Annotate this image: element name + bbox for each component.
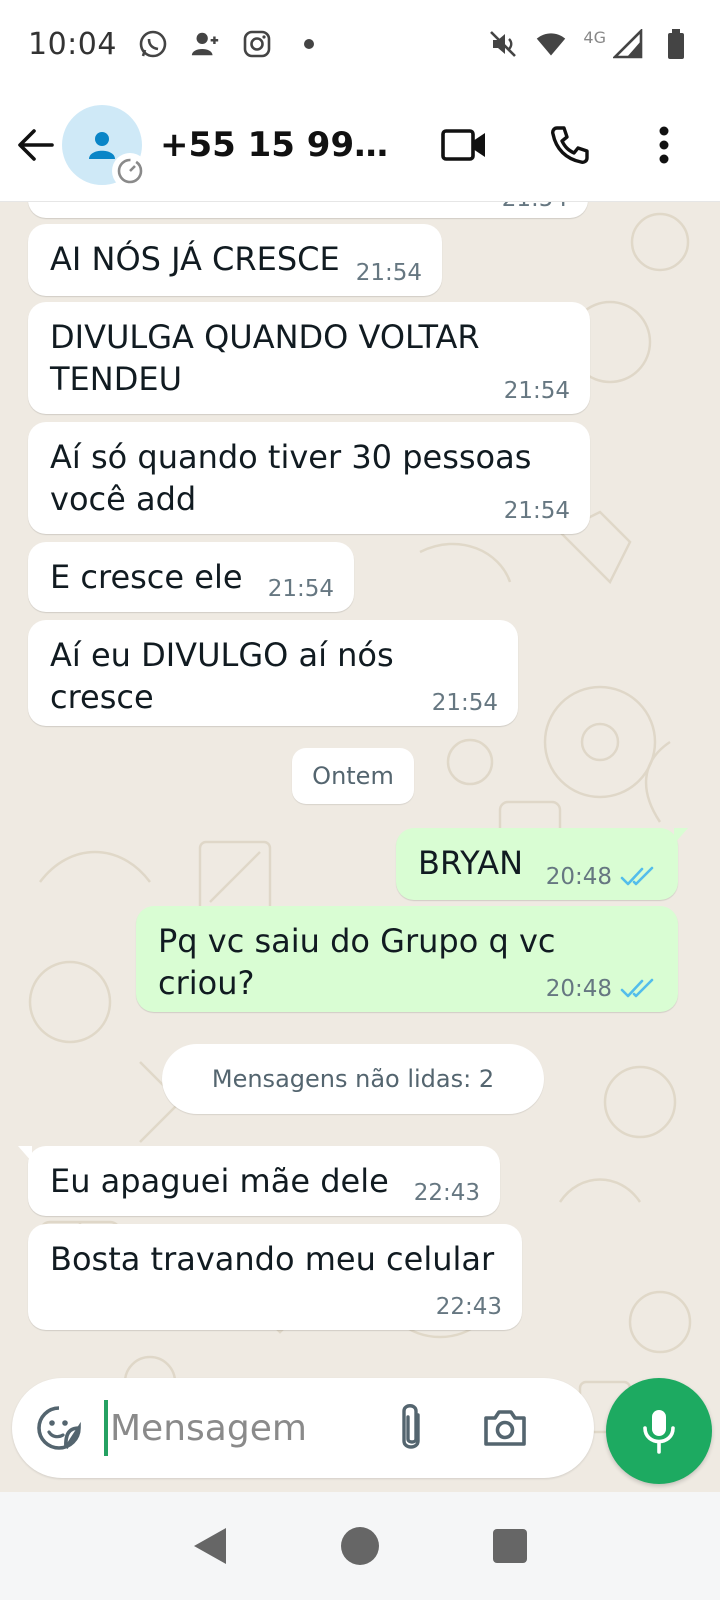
chat-area[interactable]: 21:54 AI NÓS JÁ CRESCE 21:54 DIVULGA QUA… xyxy=(0,202,720,1492)
message-composer xyxy=(12,1378,594,1478)
message-time: 21:54 xyxy=(502,202,568,212)
nav-recents-icon[interactable] xyxy=(480,1516,540,1576)
message-bubble-incoming[interactable]: Bosta travando meu celular 22:43 xyxy=(28,1224,522,1330)
avatar[interactable] xyxy=(62,104,148,189)
message-text: DIVULGA QUANDO VOLTAR TENDEU xyxy=(50,318,480,398)
message-time: 21:54 xyxy=(431,690,498,716)
read-ticks-icon xyxy=(620,978,654,998)
battery-icon xyxy=(660,28,692,60)
message-time: 21:54 xyxy=(355,260,422,286)
status-time: 10:04 xyxy=(28,26,117,62)
attach-icon[interactable] xyxy=(388,1400,434,1456)
status-clock-icon xyxy=(112,152,148,189)
status-left-icons xyxy=(137,28,325,60)
message-time: 22:43 xyxy=(435,1294,502,1320)
network-label: 4G xyxy=(583,27,606,47)
contact-name[interactable]: +55 15 99125… xyxy=(160,125,408,165)
sticker-emoji-icon[interactable] xyxy=(36,1405,82,1451)
message-bubble-incoming[interactable]: DIVULGA QUANDO VOLTAR TENDEU 21:54 xyxy=(28,302,590,414)
status-right-icons: 4G xyxy=(487,28,692,60)
wifi-icon xyxy=(535,28,567,60)
video-call-icon[interactable] xyxy=(436,117,492,173)
message-bubble-outgoing[interactable]: BRYAN 20:48 xyxy=(396,828,688,900)
message-bubble-incoming[interactable]: Aí só quando tiver 30 pessoas você add 2… xyxy=(28,422,590,534)
whatsapp-icon xyxy=(137,28,169,60)
message-bubble-incoming[interactable]: AI NÓS JÁ CRESCE 21:54 xyxy=(28,224,442,296)
signal-icon xyxy=(612,28,644,60)
dot-icon xyxy=(293,28,325,60)
text-cursor xyxy=(104,1400,108,1456)
system-nav-bar xyxy=(0,1492,720,1600)
instagram-icon xyxy=(241,28,273,60)
message-bubble-incoming[interactable]: Aí eu DIVULGO aí nós cresce 21:54 xyxy=(28,620,518,726)
message-text: Bosta travando meu celular xyxy=(50,1240,495,1278)
unread-separator-label: Mensagens não lidas: 2 xyxy=(211,1065,495,1093)
date-separator-label: Ontem xyxy=(312,762,394,790)
camera-icon[interactable] xyxy=(480,1403,530,1453)
message-time: 20:48 xyxy=(545,976,612,1002)
status-bar: 10:04 4G xyxy=(0,0,720,88)
mic-icon xyxy=(643,1410,675,1454)
date-separator: Ontem xyxy=(292,748,414,804)
nav-home-icon[interactable] xyxy=(330,1516,390,1576)
person-add-icon xyxy=(189,28,221,60)
read-ticks-icon xyxy=(620,866,654,886)
message-time: 21:54 xyxy=(503,378,570,404)
mute-icon xyxy=(487,28,519,60)
mic-button[interactable] xyxy=(606,1378,712,1484)
avatar-person-icon xyxy=(89,131,115,159)
message-time: 21:54 xyxy=(267,576,334,602)
message-bubble-partial[interactable]: 21:54 xyxy=(28,202,588,218)
message-meta: 20:48 xyxy=(546,976,658,1002)
message-input[interactable] xyxy=(110,1407,360,1449)
phone-icon[interactable] xyxy=(542,117,598,173)
chat-header: +55 15 99125… xyxy=(0,88,720,202)
message-time: 20:48 xyxy=(545,864,612,890)
back-arrow-icon[interactable] xyxy=(16,125,56,165)
message-bubble-incoming[interactable]: E cresce ele 21:54 xyxy=(28,542,354,612)
nav-back-icon[interactable] xyxy=(180,1516,240,1576)
message-meta: 20:48 xyxy=(546,864,658,890)
message-text: Aí só quando tiver 30 pessoas você add xyxy=(50,438,532,518)
message-time: 22:43 xyxy=(413,1180,480,1206)
message-bubble-outgoing[interactable]: Pq vc saiu do Grupo q vc criou? 20:48 xyxy=(136,906,678,1012)
message-time: 21:54 xyxy=(503,498,570,524)
message-text: Aí eu DIVULGO aí nós cresce xyxy=(50,636,394,716)
more-vert-icon[interactable] xyxy=(636,117,692,173)
message-bubble-incoming[interactable]: Eu apaguei mãe dele 22:43 xyxy=(18,1146,500,1216)
unread-separator: Mensagens não lidas: 2 xyxy=(162,1044,544,1114)
